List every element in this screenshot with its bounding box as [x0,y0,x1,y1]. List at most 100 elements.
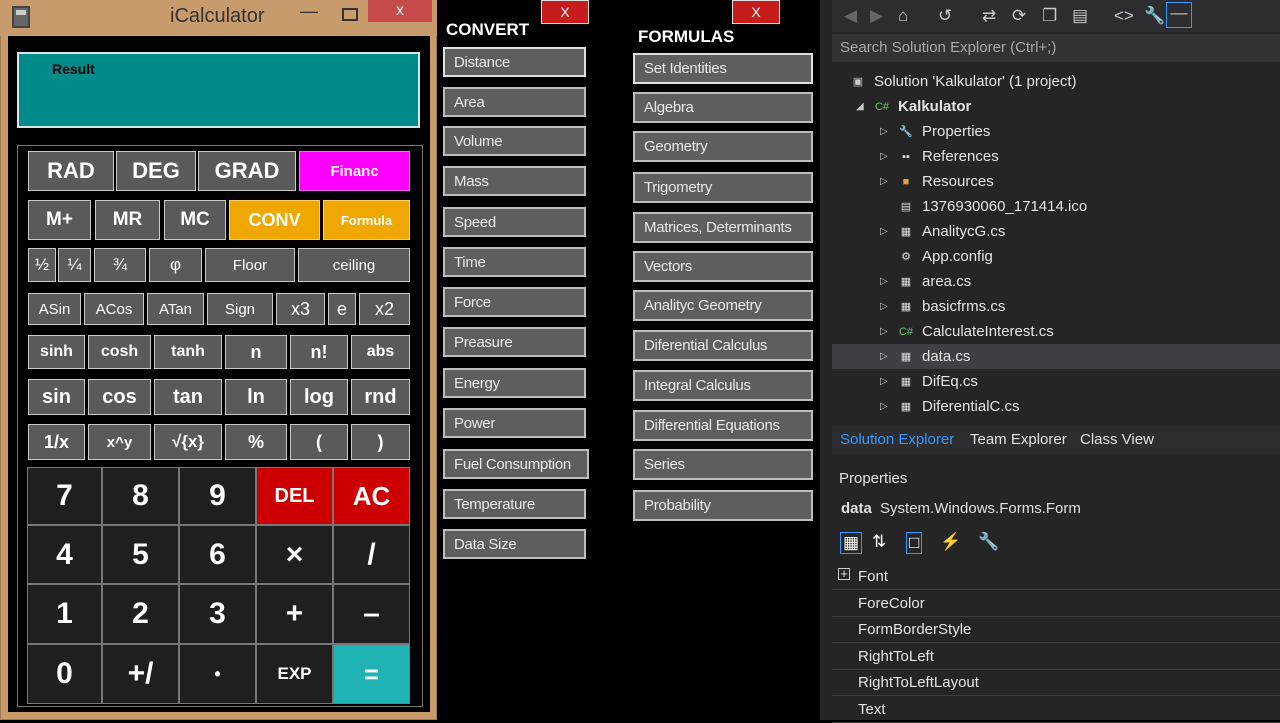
grad-button[interactable]: GRAD [198,151,296,191]
expand-arrow-icon[interactable]: ▷ [880,176,888,187]
phi-button[interactable]: φ [149,248,202,282]
tree-item-properties[interactable]: ▷ 🔧 Properties [832,119,1280,144]
convert-item-time[interactable]: Time [443,247,586,277]
convert-button[interactable]: CONV [229,200,320,240]
digit-0-button[interactable]: 0 [27,644,102,704]
factorial-button[interactable]: n! [290,335,348,369]
back-icon[interactable]: ◀ [844,6,857,26]
sync-icon[interactable]: ⇄ [982,6,996,26]
history-icon[interactable]: ↺ [938,6,952,26]
floor-button[interactable]: Floor [205,248,295,282]
digit-1-button[interactable]: 1 [27,584,102,644]
minimize-button[interactable]: — [298,2,320,24]
cos-button[interactable]: cos [88,379,151,415]
convert-item-fuel-consumption[interactable]: Fuel Consumption [443,449,589,479]
tree-item-resources[interactable]: ▷ ■ Resources [832,169,1280,194]
multiply-button[interactable]: × [256,525,333,584]
tree-item-app-config[interactable]: ⚙ App.config [832,244,1280,269]
memory-recall-button[interactable]: MR [95,200,160,240]
expand-arrow-icon[interactable]: ▷ [880,226,888,237]
formula-item-algebra[interactable]: Algebra [633,92,813,123]
tree-item-analitycg-cs[interactable]: ▷ ▦ AnalitycG.cs [832,219,1280,244]
all-clear-button[interactable]: AC [333,467,410,525]
sqrt-button[interactable]: √{x} [154,424,222,460]
tree-item-area-cs[interactable]: ▷ ▦ area.cs [832,269,1280,294]
digit-5-button[interactable]: 5 [102,525,179,584]
convert-item-energy[interactable]: Energy [443,368,586,398]
reciprocal-button[interactable]: 1/x [28,424,85,460]
properties-page-icon[interactable]: □ [906,532,923,554]
power-button[interactable]: x^y [88,424,151,460]
property-row-forecolor[interactable]: ForeColor [832,591,1280,617]
close-button[interactable]: x [368,0,432,22]
acos-button[interactable]: ACos [84,293,144,325]
square-button[interactable]: x2 [359,293,410,325]
tree-item-diferentialc-cs[interactable]: ▷ ▦ DiferentialC.cs [832,394,1280,419]
sin-button[interactable]: sin [28,379,85,415]
formula-item-differential-equations[interactable]: Differential Equations [633,410,813,441]
formula-item-trigometry[interactable]: Trigometry [633,172,813,203]
euler-button[interactable]: e [328,293,356,325]
refresh-icon[interactable]: ⟳ [1012,6,1026,26]
events-icon[interactable]: ⚡ [940,532,961,552]
formula-item-analityc-geometry[interactable]: Analityc Geometry [633,290,813,321]
digit-2-button[interactable]: 2 [102,584,179,644]
expand-arrow-icon[interactable]: ▷ [880,276,888,287]
tree-item-calculateinterest-cs[interactable]: ▷ C# CalculateInterest.cs [832,319,1280,344]
expand-arrow-icon[interactable]: ▷ [880,376,888,387]
sign-button[interactable]: Sign [207,293,273,325]
view-code-icon[interactable]: <> [1114,6,1134,26]
convert-item-preasure[interactable]: Preasure [443,327,586,357]
exp-button[interactable]: EXP [256,644,333,704]
half-button[interactable]: ½ [28,248,56,282]
expand-arrow-icon[interactable]: ▷ [880,351,888,362]
log-button[interactable]: log [290,379,348,415]
negate-button[interactable]: +/ [102,644,179,704]
property-row-formborderstyle[interactable]: FormBorderStyle [832,617,1280,643]
digit-8-button[interactable]: 8 [102,467,179,525]
deg-button[interactable]: DEG [116,151,196,191]
convert-item-area[interactable]: Area [443,87,586,117]
digit-3-button[interactable]: 3 [179,584,256,644]
property-row-righttoleftlayout[interactable]: RightToLeftLayout [832,670,1280,696]
convert-item-power[interactable]: Power [443,408,586,438]
tree-item-references[interactable]: ▷ ▪▪ References [832,144,1280,169]
home-icon[interactable]: ⌂ [898,6,908,26]
formula-item-diferential-calculus[interactable]: Diferential Calculus [633,330,813,361]
memory-add-button[interactable]: M+ [28,200,91,240]
three-quarters-button[interactable]: ¾ [94,248,146,282]
formula-item-geometry[interactable]: Geometry [633,131,813,162]
formula-item-series[interactable]: Series [633,449,813,480]
expand-arrow-icon[interactable]: ▷ [880,151,888,162]
expand-arrow-icon[interactable]: ▷ [880,301,888,312]
preview-icon[interactable]: — [1166,2,1192,28]
cosh-button[interactable]: cosh [88,335,151,369]
expand-plus-icon[interactable]: + [838,567,850,580]
financial-button[interactable]: Financ [299,151,410,191]
formulas-close-button[interactable]: X [732,0,780,24]
expand-arrow-icon[interactable]: ▷ [880,401,888,412]
tree-item-difeq-cs[interactable]: ▷ ▦ DifEq.cs [832,369,1280,394]
convert-item-mass[interactable]: Mass [443,166,586,196]
tanh-button[interactable]: tanh [154,335,222,369]
percent-button[interactable]: % [225,424,287,460]
properties-object[interactable]: data System.Windows.Forms.Form [832,496,1280,522]
tab-team-explorer[interactable]: Team Explorer [970,431,1067,448]
asin-button[interactable]: ASin [28,293,81,325]
rad-button[interactable]: RAD [28,151,114,191]
digit-7-button[interactable]: 7 [27,467,102,525]
pi-button[interactable]: n [225,335,287,369]
formula-item-integral-calculus[interactable]: Integral Calculus [633,370,813,401]
tree-item-1376930060-171414-ico[interactable]: ▤ 1376930060_171414.ico [832,194,1280,219]
convert-item-distance[interactable]: Distance [443,47,586,77]
abs-button[interactable]: abs [351,335,410,369]
atan-button[interactable]: ATan [147,293,204,325]
calculator-titlebar[interactable]: iCalculator — x [0,0,437,36]
categorized-icon[interactable]: ▦ [840,532,863,554]
property-row-font[interactable]: + Font [832,564,1280,590]
tree-item-basicfrms-cs[interactable]: ▷ ▦ basicfrms.cs [832,294,1280,319]
digit-9-button[interactable]: 9 [179,467,256,525]
convert-close-button[interactable]: X [541,0,589,24]
quarter-button[interactable]: ¼ [58,248,91,282]
convert-item-volume[interactable]: Volume [443,126,586,156]
